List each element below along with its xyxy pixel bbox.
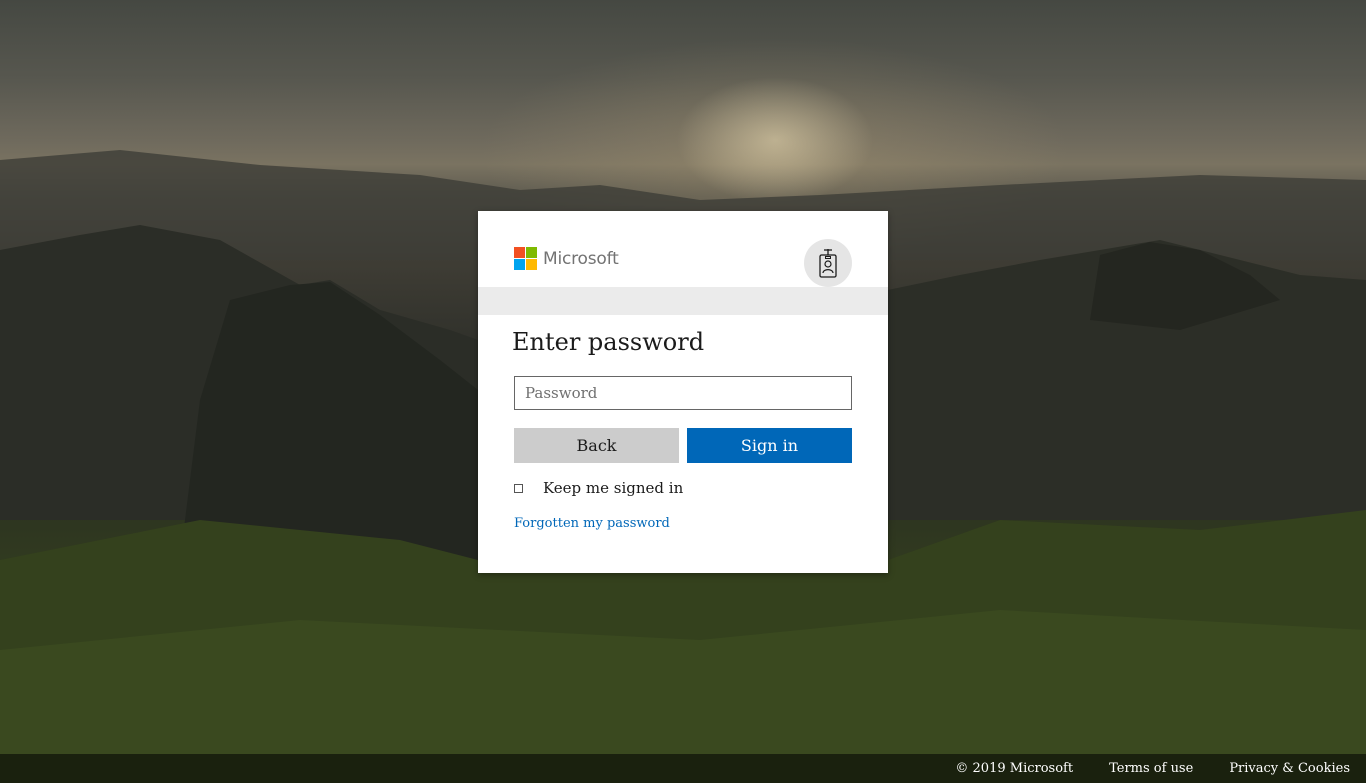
login-card: Microsoft Enter password Back Sign in Ke… bbox=[478, 211, 888, 573]
keep-signed-in-label[interactable]: Keep me signed in bbox=[543, 479, 683, 497]
copyright-text: © 2019 Microsoft bbox=[955, 761, 1074, 776]
id-badge-icon bbox=[804, 239, 852, 287]
microsoft-logo-text: Microsoft bbox=[543, 248, 619, 269]
terms-of-use-link[interactable]: Terms of use bbox=[1109, 761, 1193, 776]
id-badge-glyph bbox=[819, 249, 837, 278]
logo-square-green bbox=[526, 247, 537, 258]
card-header: Microsoft bbox=[478, 211, 888, 287]
page-title: Enter password bbox=[512, 328, 705, 356]
footer-links: © 2019 Microsoft Terms of use Privacy & … bbox=[955, 761, 1350, 776]
password-input[interactable] bbox=[514, 376, 852, 410]
back-button[interactable]: Back bbox=[514, 428, 679, 463]
forgot-password-link[interactable]: Forgotten my password bbox=[514, 516, 670, 531]
sign-in-button[interactable]: Sign in bbox=[687, 428, 852, 463]
header-divider-band bbox=[478, 287, 888, 315]
logo-square-blue bbox=[514, 259, 525, 270]
footer-bar: © 2019 Microsoft Terms of use Privacy & … bbox=[0, 754, 1366, 783]
microsoft-logo: Microsoft bbox=[514, 247, 619, 270]
privacy-cookies-link[interactable]: Privacy & Cookies bbox=[1229, 761, 1350, 776]
keep-signed-in-row[interactable]: Keep me signed in bbox=[514, 479, 683, 497]
microsoft-logo-squares bbox=[514, 247, 537, 270]
logo-square-red bbox=[514, 247, 525, 258]
keep-signed-in-checkbox[interactable] bbox=[514, 483, 523, 493]
logo-square-yellow bbox=[526, 259, 537, 270]
